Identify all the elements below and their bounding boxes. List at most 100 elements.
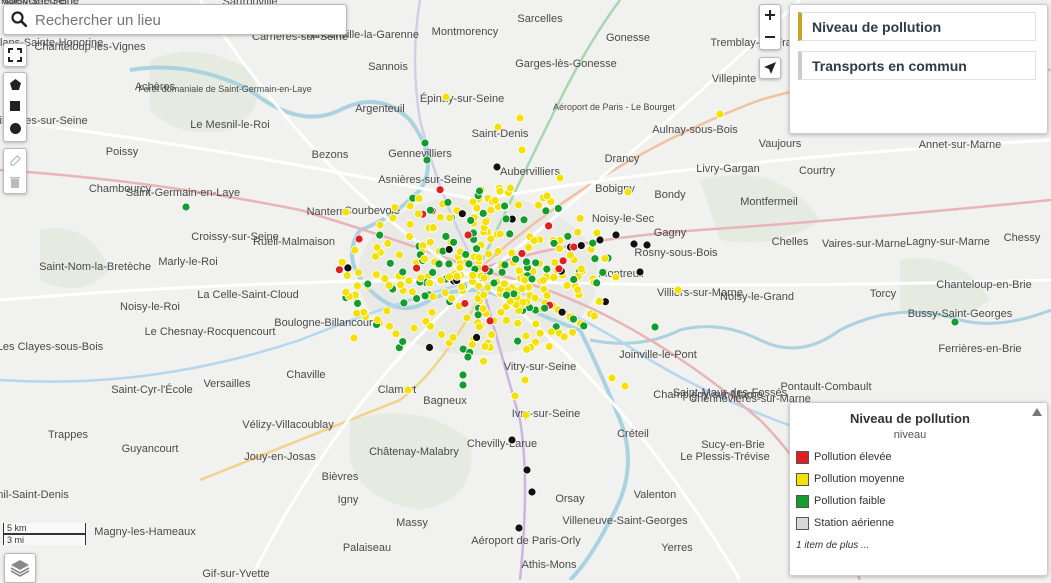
station-marker[interactable] [425,237,435,247]
station-marker[interactable] [517,249,527,258]
station-marker[interactable] [425,278,435,288]
station-marker[interactable] [455,263,465,273]
station-marker[interactable] [466,215,476,225]
station-marker[interactable] [715,109,725,119]
station-marker[interactable] [474,281,484,291]
station-marker[interactable] [390,203,400,212]
station-marker[interactable] [607,373,617,383]
station-marker[interactable] [443,197,453,207]
station-marker[interactable] [590,311,599,321]
station-marker[interactable] [420,291,430,301]
station-marker[interactable] [557,307,567,317]
station-marker[interactable] [527,487,537,497]
station-marker[interactable] [576,241,586,251]
search-input[interactable] [33,8,337,32]
station-marker[interactable] [529,236,539,246]
station-marker[interactable] [486,205,496,215]
station-marker[interactable] [611,272,621,282]
station-marker[interactable] [484,249,494,259]
station-marker[interactable] [505,229,515,239]
station-marker[interactable] [394,250,404,260]
station-marker[interactable] [440,288,450,298]
station-marker[interactable] [352,308,362,318]
search-box[interactable] [3,4,347,35]
station-marker[interactable] [546,327,556,337]
station-marker[interactable] [427,307,437,317]
station-marker[interactable] [573,285,583,295]
station-marker[interactable] [522,465,532,475]
edit-button[interactable] [5,150,25,170]
station-marker[interactable] [396,280,406,290]
station-marker[interactable] [493,246,503,256]
station-marker[interactable] [544,221,553,231]
station-marker[interactable] [409,323,419,333]
station-marker[interactable] [623,187,633,197]
station-marker[interactable] [514,523,524,533]
station-marker[interactable] [531,319,541,329]
station-marker[interactable] [588,238,598,248]
fullscreen-button[interactable] [3,43,27,67]
station-marker[interactable] [428,223,438,233]
basemap-layers-button[interactable] [4,553,36,583]
station-marker[interactable] [642,240,652,250]
station-marker[interactable] [505,183,515,193]
station-marker[interactable] [490,195,500,205]
station-marker[interactable] [530,293,540,303]
station-marker[interactable] [575,213,585,223]
station-marker[interactable] [555,244,564,253]
station-marker[interactable] [522,257,531,267]
station-marker[interactable] [487,330,497,340]
station-marker[interactable] [673,285,683,295]
station-marker[interactable] [341,287,351,297]
station-marker[interactable] [592,278,602,288]
draw-rectangle-button[interactable] [5,96,25,116]
station-marker[interactable] [412,263,422,273]
station-marker[interactable] [598,267,608,277]
station-marker[interactable] [444,245,454,254]
station-marker[interactable] [553,204,563,213]
station-marker[interactable] [501,315,511,325]
station-marker[interactable] [513,336,522,346]
zoom-out-button[interactable] [760,27,780,47]
station-marker[interactable] [391,329,401,339]
station-marker[interactable] [544,342,554,351]
station-marker[interactable] [435,185,445,195]
station-marker[interactable] [375,230,385,240]
station-marker[interactable] [522,344,532,354]
station-marker[interactable] [558,256,568,266]
station-marker[interactable] [468,270,478,280]
station-marker[interactable] [531,258,541,268]
station-marker[interactable] [573,227,583,237]
station-marker[interactable] [341,207,351,217]
station-marker[interactable] [463,230,473,240]
station-marker[interactable] [478,304,488,314]
station-marker[interactable] [517,145,527,155]
station-marker[interactable] [412,294,422,304]
station-marker[interactable] [495,186,505,196]
station-marker[interactable] [479,273,489,283]
station-marker[interactable] [373,315,382,325]
legend-more-link[interactable]: 1 item de plus ... [796,540,869,551]
station-marker[interactable] [517,284,527,294]
station-marker[interactable] [458,370,468,380]
station-marker[interactable] [403,385,413,395]
station-marker[interactable] [434,259,444,269]
station-marker[interactable] [527,274,537,284]
station-marker[interactable] [520,375,530,385]
station-marker[interactable] [480,264,490,274]
station-marker[interactable] [384,280,394,290]
station-marker[interactable] [342,271,352,281]
station-marker[interactable] [600,254,610,263]
station-marker[interactable] [579,321,589,331]
station-marker[interactable] [569,242,579,252]
station-marker[interactable] [382,306,392,316]
station-marker[interactable] [399,298,409,308]
station-marker[interactable] [441,92,451,102]
station-marker[interactable] [595,235,605,245]
station-marker[interactable] [404,276,414,286]
station-marker[interactable] [181,202,191,212]
station-marker[interactable] [445,213,455,223]
station-marker[interactable] [485,316,495,326]
station-marker[interactable] [398,267,408,277]
station-marker[interactable] [385,258,395,268]
